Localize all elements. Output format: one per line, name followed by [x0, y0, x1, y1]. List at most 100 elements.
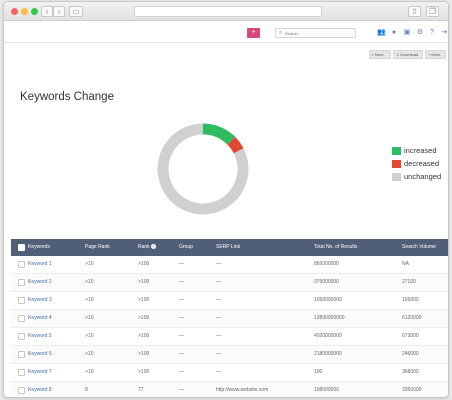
group-cell: —	[179, 333, 184, 339]
row-checkbox[interactable]	[18, 297, 25, 304]
serp-link-cell: —	[216, 297, 221, 303]
profile-icon[interactable]: ●	[390, 29, 398, 37]
keyword-link[interactable]: Keyword 6	[28, 346, 52, 363]
column-header-rank[interactable]: Rank?	[138, 239, 156, 256]
search-volume-cell: NA	[402, 261, 409, 267]
donut-slice-increased	[202, 123, 236, 145]
keyword-link[interactable]: Keyword 5	[28, 328, 52, 345]
total-results-cell: 1050000000	[314, 297, 342, 303]
serp-link-cell: —	[216, 261, 221, 267]
group-cell: —	[179, 261, 184, 267]
column-header-keywords[interactable]: Keywords	[28, 239, 50, 256]
keywords-change-donut-chart	[157, 123, 249, 215]
total-results-cell: 2180000000	[314, 351, 342, 357]
address-bar[interactable]	[134, 6, 322, 17]
page-rank-cell: >10	[85, 369, 94, 375]
search-volume-cell: 6120000	[402, 315, 422, 321]
group-cell: —	[179, 351, 184, 357]
legend-swatch-decreased	[392, 160, 401, 168]
serp-link-cell: —	[216, 351, 221, 357]
rank-cell: >100	[138, 315, 150, 321]
download-button[interactable]: ⇩Download	[393, 50, 423, 59]
row-checkbox[interactable]	[18, 279, 25, 286]
page-title: Keywords Change	[20, 91, 114, 103]
settings-icon[interactable]: ⚙	[416, 29, 424, 37]
back-arrow-icon[interactable]: ‹	[41, 6, 53, 17]
keyword-link[interactable]: Keyword 3	[28, 292, 52, 309]
row-checkbox[interactable]	[18, 261, 25, 268]
column-header-page-rank[interactable]: Page Rank	[85, 239, 110, 256]
total-results-cell: 4020000000	[314, 333, 342, 339]
table-row: Keyword 2 >10 >100 — — 375000000 27100	[11, 274, 448, 292]
page-rank-cell: >10	[85, 297, 94, 303]
page-rank-cell: >10	[85, 315, 94, 321]
help-icon[interactable]: ?	[428, 29, 436, 37]
row-checkbox[interactable]	[18, 315, 25, 322]
search-input[interactable]	[285, 29, 353, 37]
plus-icon: +	[428, 52, 431, 57]
browser-window: ‹ › ▭ ⇧ ❐ + ⌕ 👥 ● ▣ ⚙ ? ⇥ ▪Save ⇩Downloa…	[3, 1, 449, 398]
keyword-link[interactable]: Keyword 8	[28, 382, 52, 397]
keywords-table: Keywords Page Rank Rank? Group SERP Link…	[11, 239, 448, 397]
table-row: Keyword 6 >10 >100 — — 2180000000 246000	[11, 346, 448, 364]
browser-chrome: ‹ › ▭ ⇧ ❐	[4, 2, 448, 21]
column-header-total-results[interactable]: Total No. of Results	[314, 239, 357, 256]
add-button[interactable]: +	[247, 28, 260, 38]
search-volume-cell: 368000	[402, 369, 419, 375]
row-checkbox[interactable]	[18, 351, 25, 358]
row-checkbox[interactable]	[18, 387, 25, 394]
group-cell: —	[179, 315, 184, 321]
search-volume-cell: 3350000	[402, 387, 422, 393]
sidebar-toggle-icon[interactable]: ▭	[69, 6, 83, 17]
keyword-link[interactable]: Keyword 7	[28, 364, 52, 381]
calendar-icon[interactable]: ▣	[403, 29, 411, 37]
info-icon[interactable]: ?	[150, 244, 156, 250]
logout-icon[interactable]: ⇥	[440, 29, 448, 37]
rank-cell: >100	[138, 369, 150, 375]
save-button[interactable]: ▪Save	[369, 50, 391, 59]
row-checkbox[interactable]	[18, 333, 25, 340]
table-header: Keywords Page Rank Rank? Group SERP Link…	[11, 239, 448, 256]
group-cell: —	[179, 279, 184, 285]
users-icon[interactable]: 👥	[377, 29, 386, 37]
keyword-link[interactable]: Keyword 1	[28, 256, 52, 273]
share-icon[interactable]: ⇧	[408, 6, 421, 17]
legend-label-increased: increased	[404, 146, 437, 155]
rank-cell: >100	[138, 261, 150, 267]
search-volume-cell: 673000	[402, 333, 419, 339]
forward-arrow-icon[interactable]: ›	[53, 6, 65, 17]
donut-slice-decreased	[227, 136, 244, 154]
table-body: Keyword 1 >10 >100 — — 865000000 NA Keyw…	[11, 256, 448, 397]
table-row: Keyword 5 >10 >100 — — 4020000000 673000	[11, 328, 448, 346]
serp-link-cell[interactable]: http://www.website.com	[216, 382, 268, 397]
rank-cell: >100	[138, 333, 150, 339]
page-rank-cell: >10	[85, 333, 94, 339]
rank-cell: >100	[138, 297, 150, 303]
download-icon: ⇩	[396, 52, 400, 57]
select-all-checkbox[interactable]	[18, 244, 25, 251]
column-header-search-volume[interactable]: Search Volume	[402, 239, 436, 256]
column-header-group[interactable]: Group	[179, 239, 193, 256]
tabs-icon[interactable]: ❐	[426, 6, 439, 17]
close-window-button[interactable]	[11, 8, 18, 15]
total-results-cell: 100	[314, 369, 323, 375]
table-row: Keyword 3 >10 >100 — — 1050000000 165000	[11, 292, 448, 310]
page-rank-cell: >10	[85, 279, 94, 285]
search-volume-cell: 246000	[402, 351, 419, 357]
column-header-serp-link[interactable]: SERP Link	[216, 239, 240, 256]
keyword-link[interactable]: Keyword 4	[28, 310, 52, 327]
row-checkbox[interactable]	[18, 369, 25, 376]
search-box[interactable]: ⌕	[275, 28, 356, 38]
table-row: Keyword 8 8 77 — http://www.website.com …	[11, 382, 448, 397]
zoom-window-button[interactable]	[31, 8, 38, 15]
rank-cell: >100	[138, 351, 150, 357]
serp-link-cell: —	[216, 279, 221, 285]
total-results-cell: 865000000	[314, 261, 340, 267]
table-row: Keyword 4 >10 >100 — — 13890000000 61200…	[11, 310, 448, 328]
rank-cell: >100	[138, 279, 150, 285]
search-volume-cell: 165000	[402, 297, 419, 303]
more-button[interactable]: +More	[425, 50, 446, 59]
table-row: Keyword 1 >10 >100 — — 865000000 NA	[11, 256, 448, 274]
minimize-window-button[interactable]	[21, 8, 28, 15]
keyword-link[interactable]: Keyword 2	[28, 274, 52, 291]
